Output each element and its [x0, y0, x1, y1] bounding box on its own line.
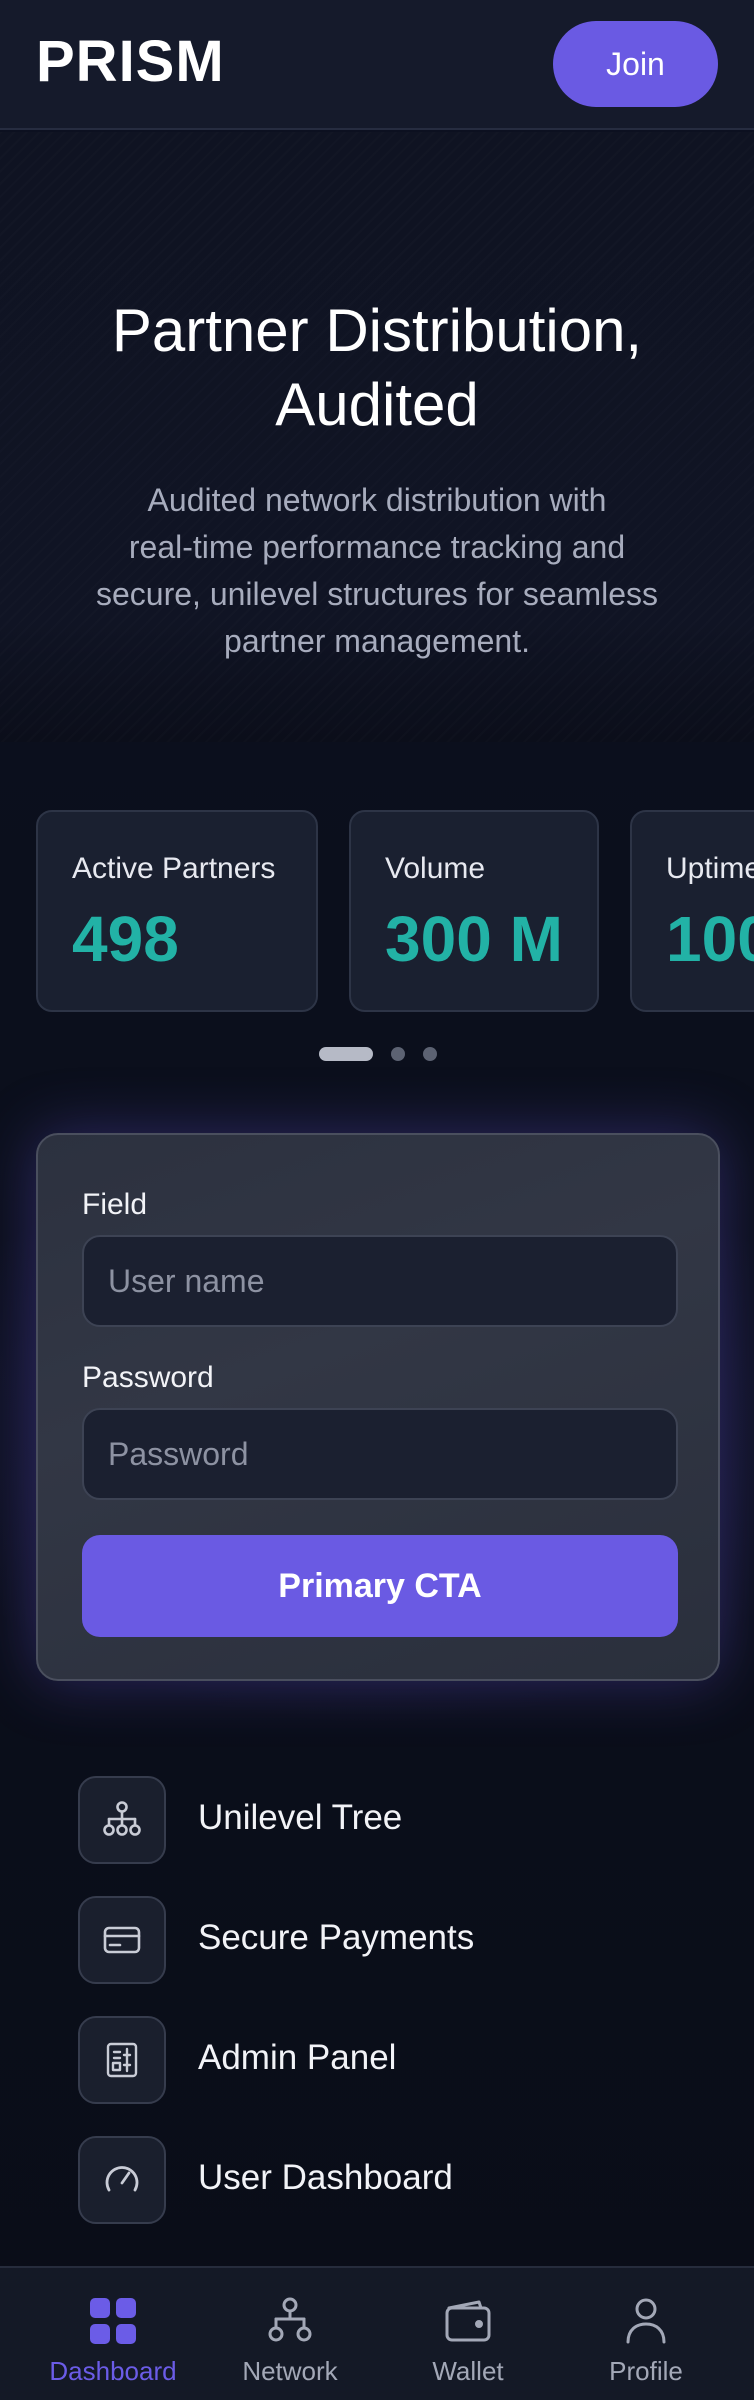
- stats-carousel[interactable]: Active Partners 498 Volume 300 M Uptime …: [0, 810, 754, 1015]
- stat-value: 100: [666, 903, 754, 975]
- primary-cta-button[interactable]: Primary CTA: [82, 1535, 678, 1637]
- password-label: Password: [82, 1361, 214, 1394]
- hero-subtitle-line: secure, unilevel structures for seamless: [96, 576, 658, 612]
- stat-label: Uptime: [666, 852, 754, 885]
- login-card: Field Password Primary CTA: [36, 1133, 720, 1681]
- hero-title-line: Partner Distribution,: [111, 297, 643, 364]
- hierarchy-icon: [78, 1776, 166, 1864]
- control-panel-icon: [78, 2016, 166, 2104]
- hero-subtitle: Audited network distribution with real-t…: [50, 477, 704, 665]
- bottom-nav: Dashboard Network Wallet Profile: [0, 2266, 754, 2400]
- hero-title-line: Audited: [275, 371, 479, 438]
- top-header: PRISM Join: [0, 0, 754, 130]
- stat-value: 300 M: [385, 903, 563, 975]
- feature-label: Admin Panel: [198, 2038, 397, 2077]
- nav-item-network[interactable]: Network: [196, 2268, 384, 2400]
- username-label: Field: [82, 1188, 148, 1221]
- dashboard-grid-icon: [90, 2298, 136, 2344]
- stat-label: Volume: [385, 852, 486, 885]
- stat-card-active-partners[interactable]: Active Partners 498: [36, 810, 318, 1012]
- nav-item-profile[interactable]: Profile: [552, 2268, 740, 2400]
- hero-subtitle-line: partner management.: [224, 623, 530, 659]
- hero-section: Partner Distribution, Audited Audited ne…: [0, 132, 754, 742]
- password-input[interactable]: [82, 1408, 678, 1500]
- feature-admin-panel[interactable]: Admin Panel: [78, 2016, 638, 2104]
- nav-item-dashboard[interactable]: Dashboard: [19, 2268, 207, 2400]
- carousel-dot-active[interactable]: [319, 1047, 373, 1061]
- feature-label: Unilevel Tree: [198, 1798, 403, 1837]
- credit-card-icon: [78, 1896, 166, 1984]
- hero-subtitle-line: Audited network distribution with: [147, 482, 607, 518]
- nav-label: Dashboard: [49, 2356, 177, 2386]
- nav-item-wallet[interactable]: Wallet: [374, 2268, 562, 2400]
- user-icon: [626, 2298, 666, 2344]
- feature-label: User Dashboard: [198, 2158, 453, 2197]
- hero-subtitle-line: real-time performance tracking and: [128, 529, 626, 565]
- nav-label: Profile: [609, 2356, 683, 2386]
- username-input[interactable]: [82, 1235, 678, 1327]
- brand-logo[interactable]: PRISM: [36, 28, 225, 95]
- feature-unilevel-tree[interactable]: Unilevel Tree: [78, 1776, 638, 1864]
- feature-user-dashboard[interactable]: User Dashboard: [78, 2136, 638, 2224]
- stat-label: Active Partners: [72, 852, 276, 885]
- stat-card-uptime[interactable]: Uptime 100: [630, 810, 754, 1012]
- network-icon: [268, 2297, 312, 2342]
- nav-label: Network: [242, 2356, 338, 2386]
- wallet-icon: [445, 2300, 491, 2342]
- hero-title: Partner Distribution, Audited: [40, 294, 714, 442]
- feature-label: Secure Payments: [198, 1918, 475, 1957]
- stat-card-volume[interactable]: Volume 300 M: [349, 810, 599, 1012]
- carousel-dot[interactable]: [423, 1047, 437, 1061]
- nav-label: Wallet: [432, 2356, 504, 2386]
- feature-secure-payments[interactable]: Secure Payments: [78, 1896, 638, 1984]
- carousel-indicator: [0, 1047, 754, 1063]
- app-page: PRISM Join Partner Distribution, Audited…: [0, 0, 754, 2400]
- speedometer-icon: [78, 2136, 166, 2224]
- join-button[interactable]: Join: [553, 21, 718, 107]
- carousel-dot[interactable]: [391, 1047, 405, 1061]
- stat-value: 498: [72, 903, 179, 975]
